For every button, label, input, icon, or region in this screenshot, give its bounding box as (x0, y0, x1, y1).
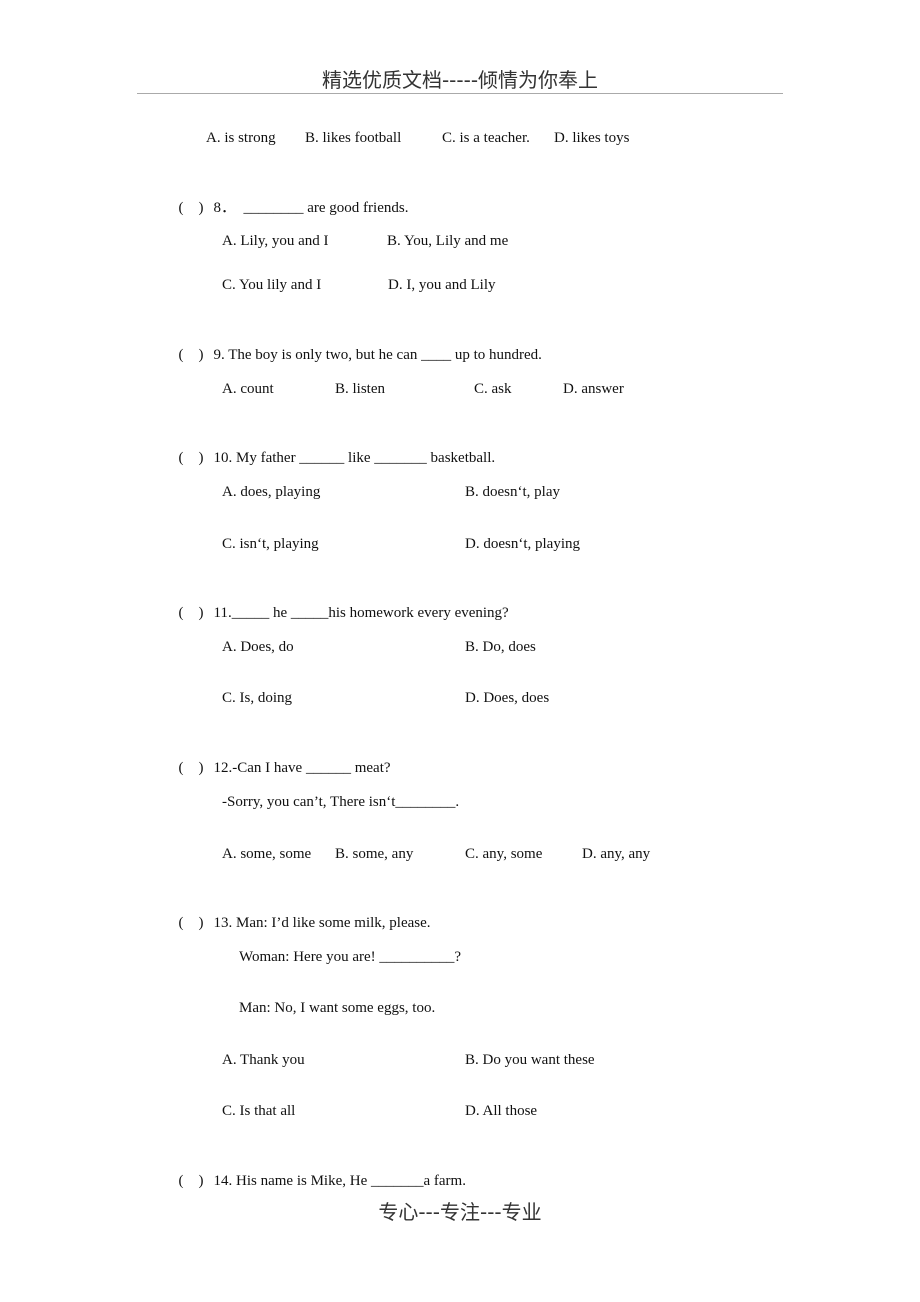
question-14: ( ) 14. His name is Mike, He _______a far… (171, 1154, 466, 1190)
q10-option-b: B. doesn‘t, play (465, 484, 560, 500)
question-stem: 12.-Can I have ______ meat? (213, 760, 391, 776)
q9-option-b: B. listen (335, 381, 386, 397)
q13-option-c: C. Is that all (222, 1103, 296, 1119)
answer-blank[interactable]: ( ) (179, 346, 214, 364)
q7-option-a: A. is strong (206, 130, 276, 146)
answer-blank[interactable]: ( ) (179, 1172, 214, 1190)
question-11: ( ) 11._____ he _____his homework every e… (171, 586, 509, 622)
question-10: ( ) 10. My father ______ like _______ bas… (171, 431, 496, 467)
answer-blank[interactable]: ( ) (179, 199, 214, 217)
question-stem: 11._____ he _____his homework every even… (213, 605, 509, 621)
page-header: 精选优质文档-----倾情为你奉上 (321, 68, 599, 92)
q7-option-b: B. likes football (305, 130, 402, 146)
q7-option-d: D. likes toys (554, 130, 630, 146)
question-8: ( ) 8． ________ are good friends. (171, 181, 409, 217)
q11-option-a: A. Does, do (222, 639, 294, 655)
q13-dialogue-woman: Woman: Here you are! __________? (239, 949, 462, 965)
answer-blank[interactable]: ( ) (179, 604, 214, 622)
question-stem: 8． ________ are good friends. (213, 200, 409, 216)
header-divider (137, 93, 783, 94)
q13-option-d: D. All those (465, 1103, 538, 1119)
q11-option-c: C. Is, doing (222, 690, 293, 706)
answer-blank[interactable]: ( ) (179, 759, 214, 777)
q13-option-a: A. Thank you (222, 1052, 305, 1068)
q9-option-d: D. answer (563, 381, 624, 397)
q7-option-c: C. is a teacher. (442, 130, 530, 146)
q9-option-c: C. ask (474, 381, 512, 397)
q11-option-b: B. Do, does (465, 639, 536, 655)
q10-option-a: A. does, playing (222, 484, 321, 500)
q12-option-b: B. some, any (335, 846, 414, 862)
q10-option-d: D. doesn‘t, playing (465, 536, 580, 552)
q9-option-a: A. count (222, 381, 274, 397)
q12-reply: -Sorry, you can’t, There isn‘t________. (222, 794, 460, 810)
q12-option-d: D. any, any (582, 846, 651, 862)
q12-option-a: A. some, some (222, 846, 312, 862)
question-stem: 14. His name is Mike, He _______a farm. (213, 1173, 466, 1189)
q11-option-d: D. Does, does (465, 690, 550, 706)
q8-option-c: C. You lily and I (222, 277, 322, 293)
q8-option-a: A. Lily, you and I (222, 233, 329, 249)
answer-blank[interactable]: ( ) (179, 449, 214, 467)
q12-option-c: C. any, some (465, 846, 543, 862)
question-stem: 9. The boy is only two, but he can ____ … (213, 347, 542, 363)
question-stem: 13. Man: I’d like some milk, please. (213, 915, 431, 931)
q8-option-b: B. You, Lily and me (387, 233, 509, 249)
q8-option-d: D. I, you and Lily (388, 277, 496, 293)
page-footer: 专心---专注---专业 (378, 1200, 542, 1224)
question-12: ( ) 12.-Can I have ______ meat? (171, 741, 391, 777)
q13-option-b: B. Do you want these (465, 1052, 595, 1068)
q13-dialogue-man: Man: No, I want some eggs, too. (239, 1000, 436, 1016)
question-13: ( ) 13. Man: I’d like some milk, please. (171, 896, 431, 932)
question-9: ( ) 9. The boy is only two, but he can __… (171, 328, 542, 364)
question-stem: 10. My father ______ like _______ basket… (213, 450, 496, 466)
answer-blank[interactable]: ( ) (179, 914, 214, 932)
q10-option-c: C. isn‘t, playing (222, 536, 319, 552)
